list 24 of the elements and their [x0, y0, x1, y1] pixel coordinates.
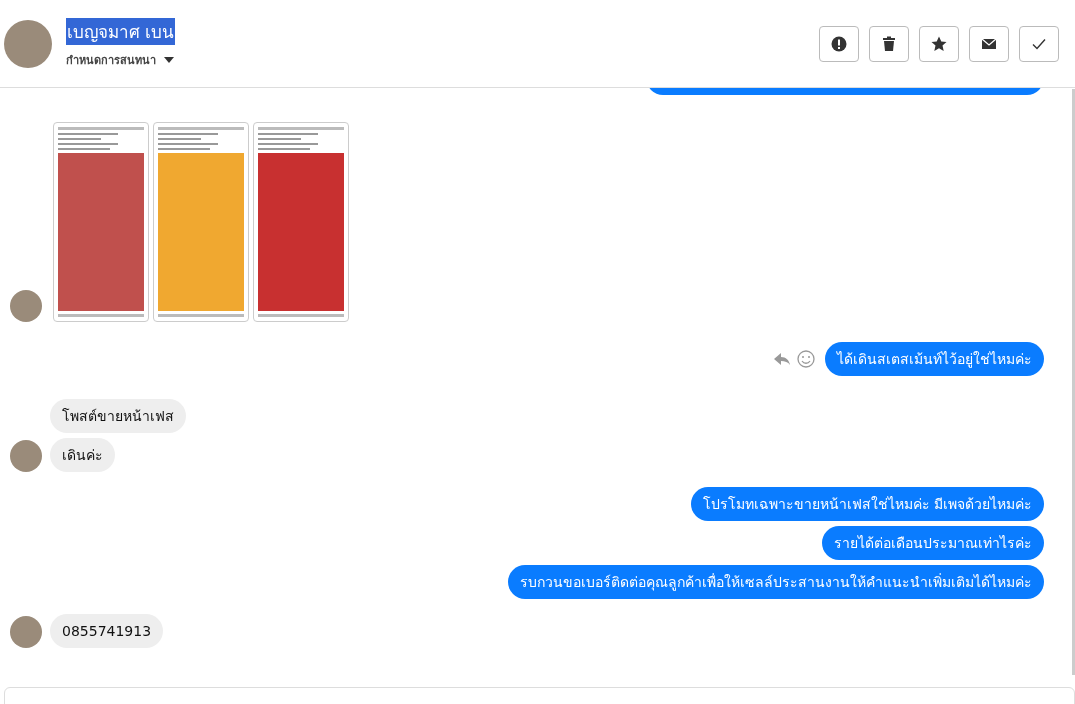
caret-icon[interactable] — [164, 57, 174, 63]
delete-button[interactable] — [869, 25, 909, 62]
contact-name: เบญจมาศ เบน — [66, 18, 176, 45]
screenshot-thumbnail[interactable] — [53, 122, 149, 322]
message-bubble: รบกวนขอเบอร์ติดต่อคุณลูกค้าเพื่อให้เซลล์ประสานงานให้คำแนะนำเพิ่มเติมได้ไหมค่ะ — [508, 565, 1044, 599]
conversation-settings-link[interactable]: กำหนดการสนทนา — [66, 51, 156, 69]
message-bubble: รายได้ต่อเดือนประมาณเท่าไรค่ะ — [822, 526, 1044, 560]
message-bubble: ได้เดินสเตสเม้นท์ไว้อยู่ใช่ไหมค่ะ — [825, 342, 1044, 376]
alert-icon — [831, 35, 847, 52]
message-bubble: 0855741913 — [50, 614, 164, 648]
profile-avatar — [4, 19, 52, 68]
screenshot-thumbnail[interactable] — [253, 122, 349, 322]
screenshot-thumbnail[interactable] — [153, 122, 249, 322]
reply-icon[interactable] — [773, 350, 791, 368]
star-icon — [931, 35, 947, 52]
scrollbar[interactable] — [1072, 89, 1075, 675]
message-bubble: เดินค่ะ — [50, 438, 115, 472]
smiley-icon[interactable] — [797, 350, 815, 368]
message-bubble: โปรโมทเฉพาะขายหน้าเฟสใช่ไหมค่ะ มีเพจด้วยไหมค่ะ — [690, 487, 1044, 521]
mail-button[interactable] — [969, 25, 1009, 62]
star-button[interactable] — [919, 25, 959, 62]
trash-icon — [881, 35, 897, 52]
report-button[interactable] — [819, 25, 859, 62]
message-bubble: โพสต์ขายหน้าเฟส — [50, 399, 186, 433]
